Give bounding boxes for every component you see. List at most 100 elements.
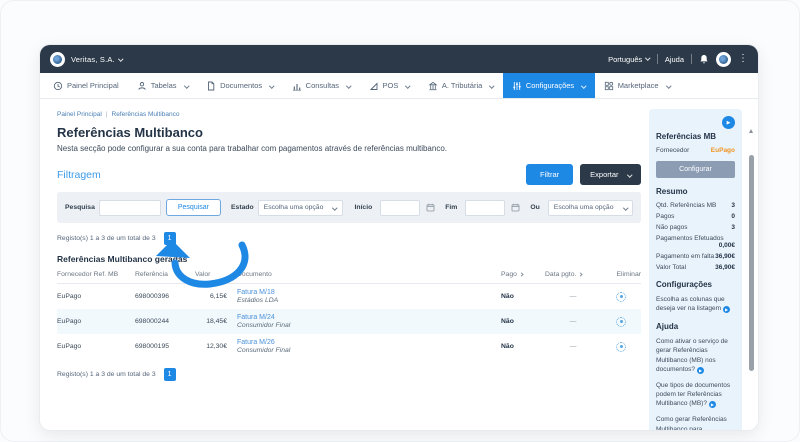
page-1-button[interactable]: 1 <box>163 232 176 245</box>
chevron-down-icon <box>489 83 495 88</box>
col-data-pgto-sort[interactable]: Data pgto. <box>545 271 601 278</box>
nav-label: A. Tributária <box>441 81 483 90</box>
vertical-scrollbar <box>748 129 755 430</box>
sort-icon <box>519 272 524 277</box>
document-link[interactable]: Fatura M/24 <box>237 314 501 321</box>
breadcrumb-item[interactable]: Painel Principal <box>57 111 102 118</box>
cell-pago: Não <box>501 318 514 325</box>
resumo-label: Pagamentos Efetuados <box>656 235 724 242</box>
exportar-label: Exportar <box>590 170 619 179</box>
estado-select[interactable]: Escolha uma opção <box>257 199 343 216</box>
col-eliminar: Eliminar <box>616 271 641 278</box>
fornecedor-row: Fornecedor EuPago <box>656 147 735 154</box>
divider <box>691 54 692 64</box>
nav-label: Marketplace <box>617 81 659 90</box>
nav-item-a-tributaria[interactable]: A. Tributária <box>419 73 503 98</box>
nav-label: POS <box>382 81 399 90</box>
table-header: Fornecedor Ref. MB Referência Valor Docu… <box>57 271 641 284</box>
app-window: Veritas, S.A. Português Ajuda ⋮ Painel P… <box>40 45 758 430</box>
nav-item-documentos[interactable]: Documentos <box>197 73 283 98</box>
link-text: Escolha as colunas que deseja ver na lis… <box>656 296 725 313</box>
pesquisar-button[interactable]: Pesquisar <box>165 199 221 216</box>
scrollbar-thumb[interactable] <box>749 155 754 371</box>
avatar[interactable] <box>716 51 731 67</box>
avatar-emblem <box>719 54 728 64</box>
nav-item-pos[interactable]: POS <box>360 73 419 98</box>
help-link[interactable]: Que tipos de documentos podem ter Referê… <box>656 381 735 409</box>
resumo-value: 3 <box>731 224 735 231</box>
play-icon: ▶ <box>697 366 705 374</box>
page-subtitle: Nesta secção pode configurar a sua conta… <box>57 144 447 153</box>
chevron-down-icon <box>269 83 275 88</box>
ou-value: Escolha uma opção <box>553 204 614 211</box>
delete-target-icon[interactable] <box>616 316 626 327</box>
col-valor: Valor <box>195 271 211 278</box>
table-title: Referências Multibanco geradas <box>57 254 188 264</box>
cell-documento: Fatura M/26 Consumidor Final <box>237 339 501 354</box>
play-icon[interactable]: ▶ <box>722 116 735 129</box>
fim-date-input[interactable] <box>465 199 506 216</box>
inicio-date-input[interactable] <box>380 199 421 216</box>
nav-item-marketplace[interactable]: Marketplace <box>595 73 679 98</box>
pagination-top: Registo(s) 1 a 3 de um total de 3 1 <box>57 232 641 245</box>
pagination-summary: Registo(s) 1 a 3 de um total de 3 <box>57 235 156 242</box>
filtragem-row: Filtragem Filtrar Exportar <box>57 164 641 185</box>
cell-valor: 12,30€ <box>206 343 227 350</box>
language-label: Português <box>608 54 643 64</box>
nav-item-painel-principal[interactable]: Painel Principal <box>44 73 128 98</box>
fim-label: Fim <box>445 204 458 211</box>
sliders-icon <box>513 81 521 90</box>
language-selector[interactable]: Português <box>608 54 651 64</box>
resumo-row: Qtd. Referências MB 3 <box>656 202 735 209</box>
triangle-ruler-icon <box>369 81 377 90</box>
calendar-icon[interactable] <box>426 203 435 212</box>
scroll-up-arrow[interactable] <box>749 129 753 133</box>
delete-target-icon[interactable] <box>616 291 626 302</box>
resumo-row: Pagamentos Efetuados 0,00€ <box>656 235 735 249</box>
column-chooser-link[interactable]: Escolha as colunas que deseja ver na lis… <box>656 295 735 314</box>
company-logo[interactable] <box>50 51 65 67</box>
help-link[interactable]: Ajuda <box>665 55 684 64</box>
cell-eliminar <box>601 291 641 302</box>
document-link[interactable]: Fatura M/18 <box>237 289 501 296</box>
col-data-pgto-label: Data pgto. <box>545 271 577 278</box>
col-referencia: Referência <box>135 271 168 278</box>
link-text: Que tipos de documentos podem ter Referê… <box>656 381 731 408</box>
nav-item-configuracoes[interactable]: Configurações <box>502 73 595 98</box>
estado-label: Estado <box>231 204 254 211</box>
sidebar-title: Referências MB <box>656 132 717 141</box>
pesquisa-input[interactable] <box>98 199 161 216</box>
kebab-menu-icon[interactable]: ⋮ <box>738 54 748 64</box>
notifications-bell-icon[interactable] <box>699 54 709 65</box>
filtrar-button[interactable]: Filtrar <box>525 164 574 185</box>
fornecedor-value: EuPago <box>710 147 735 154</box>
divider <box>656 54 658 64</box>
help-link[interactable]: Como ativar o serviço de gerar Referênci… <box>656 337 735 374</box>
ou-select[interactable]: Escolha uma opção <box>547 199 633 216</box>
page-1-button[interactable]: 1 <box>163 368 176 381</box>
company-name[interactable]: Veritas, S.A. <box>71 55 115 64</box>
pagination-bottom: Registo(s) 1 a 3 de um total de 3 1 <box>57 368 641 381</box>
chevron-down-icon <box>665 83 671 88</box>
tax-authority-icon <box>428 81 438 90</box>
cell-pago: Não <box>501 343 514 350</box>
cell-fornecedor: EuPago <box>57 318 82 325</box>
nav-item-tabelas[interactable]: Tabelas <box>128 73 197 98</box>
delete-target-icon[interactable] <box>616 341 626 352</box>
chevron-down-icon <box>332 205 338 210</box>
calendar-icon[interactable] <box>511 203 520 212</box>
col-pago-sort[interactable]: Pago <box>501 271 545 278</box>
nav-label: Consultas <box>305 81 340 90</box>
table-row: EuPago 698000244 18,45€ Fatura M/24 Cons… <box>57 309 641 334</box>
exportar-button[interactable]: Exportar <box>580 164 641 185</box>
table-row: EuPago 698000396 6,15€ Fatura M/18 Estád… <box>57 284 641 309</box>
nav-item-consultas[interactable]: Consultas <box>283 73 360 98</box>
resumo-row: Pagos 0 <box>656 213 735 220</box>
resumo-value: 36,90€ <box>715 264 735 271</box>
cell-fornecedor: EuPago <box>57 343 82 350</box>
document-link[interactable]: Fatura M/26 <box>237 339 501 346</box>
help-link[interactable]: Como gerar Referências Multibanco para d… <box>656 415 735 430</box>
table-row: EuPago 698000195 12,30€ Fatura M/26 Cons… <box>57 334 641 359</box>
configurar-button[interactable]: Configurar <box>656 161 735 178</box>
breadcrumb-item[interactable]: Referências Multibanco <box>112 111 180 118</box>
